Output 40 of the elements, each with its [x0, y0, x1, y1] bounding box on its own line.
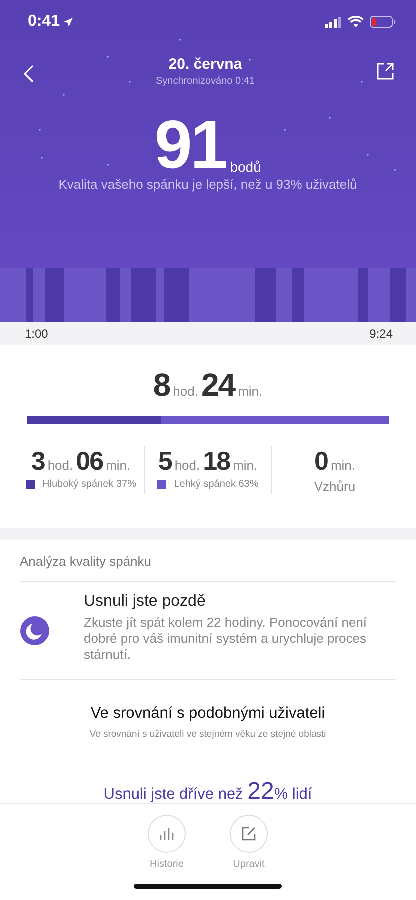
edit-icon	[242, 827, 256, 841]
section-heading: Analýza kvality spánku	[20, 540, 396, 582]
stage-hours: 3	[31, 446, 45, 477]
status-time: 0:41	[28, 13, 74, 31]
stage-minutes: 0	[314, 446, 328, 477]
battery-icon	[370, 16, 396, 28]
location-icon	[63, 16, 74, 28]
end-time: 9:24	[370, 326, 393, 340]
total-hours: 8	[153, 367, 170, 404]
hours-unit: hod.	[174, 458, 200, 473]
minutes-unit: min.	[106, 458, 131, 473]
comparison-subtitle: Ve srovnání s uživateli ve stejném věku ze stejné oblasti	[90, 729, 326, 740]
moon-icon	[20, 616, 50, 646]
stage-label: Lehký spánek 63%	[174, 479, 259, 490]
stage-label: Vzhůru	[314, 479, 356, 494]
score-comparison: Kvalita vašeho spánku je lepší, než u 93% uživatelů	[58, 177, 358, 192]
stage-hours: 5	[158, 446, 172, 477]
stage-minutes: 18	[203, 446, 230, 477]
comparison-title: Ve srovnání s podobnými uživateli	[90, 705, 326, 723]
minutes-unit: min.	[238, 384, 263, 399]
hours-unit: hod.	[173, 384, 198, 399]
back-icon[interactable]	[24, 65, 34, 83]
total-minutes: 24	[201, 367, 236, 404]
sync-status: Synchronizováno 0:41	[156, 76, 255, 87]
date-title: 20. června	[168, 56, 242, 73]
minutes-unit: min.	[330, 458, 356, 473]
sleep-score: 91	[154, 115, 226, 175]
start-time: 1:00	[25, 326, 48, 340]
analysis-title: Usnuli jste pozdě	[84, 593, 207, 611]
signal-icon	[325, 16, 342, 28]
wifi-icon	[348, 16, 364, 28]
hours-unit: hod.	[48, 458, 74, 473]
stage-label: Hluboký spánek 37%	[42, 479, 136, 490]
analysis-text: Zkuste jít spát kolem 22 hodiny. Ponocování není dobré pro váš imunitní systém a urychluje proces stárnutí.	[84, 615, 368, 663]
bar-chart-icon	[160, 828, 174, 840]
stage-minutes: 06	[76, 446, 104, 477]
share-icon[interactable]	[377, 63, 394, 80]
minutes-unit: min.	[233, 458, 258, 473]
comparison-result: Usnuli jste dříve než 22% lidí	[104, 778, 312, 806]
score-unit: bodů	[230, 159, 262, 175]
